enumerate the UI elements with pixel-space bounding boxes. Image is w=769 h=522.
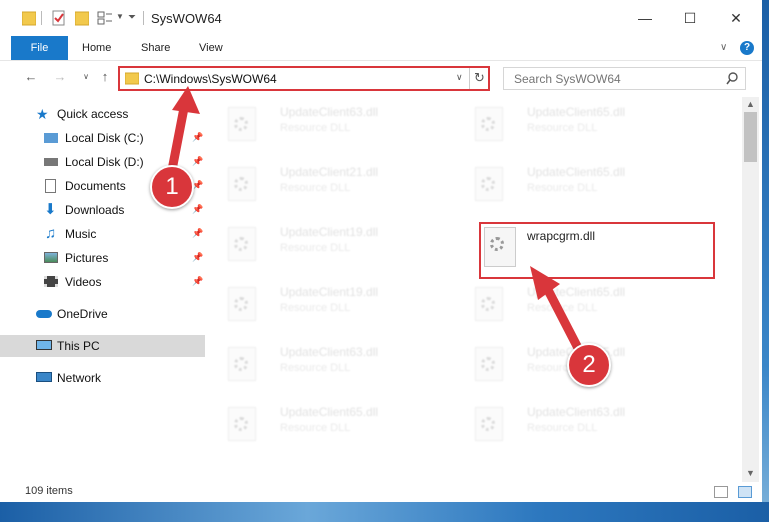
callout-one: 1 — [150, 165, 194, 209]
arrow-two — [530, 266, 583, 353]
callout-two: 2 — [567, 343, 611, 387]
arrow-one — [167, 86, 200, 175]
annotation-arrows — [167, 86, 583, 353]
